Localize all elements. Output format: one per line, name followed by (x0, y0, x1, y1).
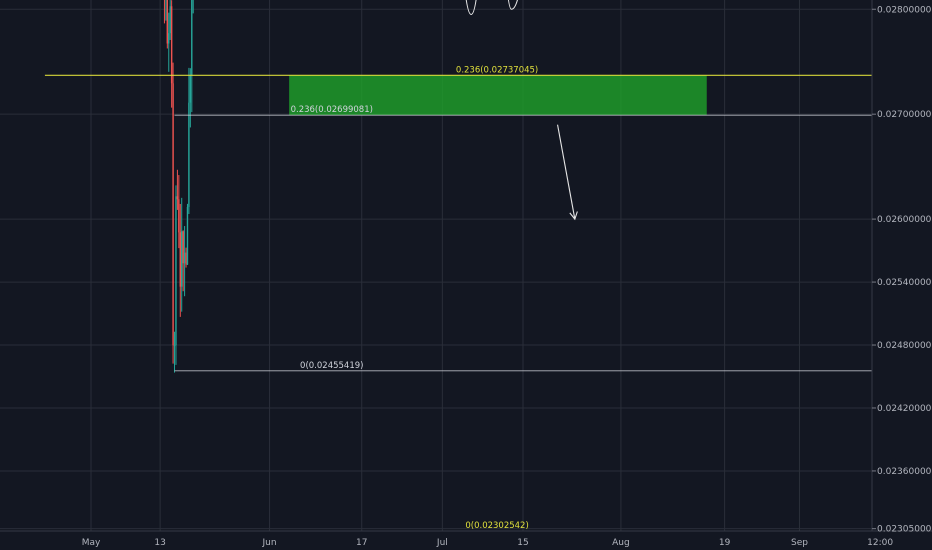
candle-body (173, 345, 176, 347)
time-tick-label: 19 (719, 538, 731, 548)
price-tick-label: 0.02540000 (877, 278, 932, 288)
candle-body (191, 0, 193, 76)
time-tick-label: May (82, 538, 101, 548)
candle-body (189, 75, 192, 103)
fib-level-label: 0(0.02302542) (465, 521, 528, 531)
candle-body (176, 196, 179, 200)
time-tick-label: 15 (517, 538, 528, 548)
price-tick-label: 0.02800000 (877, 5, 932, 15)
candle-body (185, 252, 187, 265)
candle-body (188, 102, 190, 207)
candle-body (169, 6, 171, 34)
time-tick-label: Jul (436, 538, 448, 548)
price-tick-label: 0.02700000 (877, 110, 932, 120)
price-tick-label: 0.02360000 (877, 467, 932, 477)
candle-body (183, 252, 186, 264)
time-tick-label: 13 (154, 538, 165, 548)
candle-body (186, 206, 189, 265)
candle-body (178, 199, 180, 233)
price-tick-label: 0.02420000 (877, 404, 932, 414)
time-tick-label: Aug (612, 538, 630, 548)
candle-body (181, 231, 183, 287)
time-tick-label: Sep (791, 538, 808, 548)
fib-level-label: 0(0.02455419) (300, 361, 363, 371)
candle-body (170, 6, 173, 84)
time-tick-label: Jun (262, 538, 277, 548)
price-tick-label: 0.02600000 (877, 215, 932, 225)
time-tick-label: 17 (356, 538, 367, 548)
candle-body (166, 0, 169, 44)
fib-level-label: 0.236(0.02737045) (456, 65, 538, 75)
candle-body (175, 196, 177, 346)
candle-body (182, 231, 184, 264)
price-tick-label: 0.02305000 (877, 525, 932, 535)
candle-body (172, 83, 174, 346)
time-tick-label: 12:00 (867, 538, 893, 548)
price-tick-label: 0.02480000 (877, 341, 932, 351)
candle-body (168, 33, 170, 44)
fib-level-label: 0.236(0.02699081) (291, 105, 373, 115)
candle-body (179, 232, 181, 287)
price-chart[interactable]: 1(0.03487888)0.786(0.03266939)0.618(0.03… (0, 0, 932, 550)
